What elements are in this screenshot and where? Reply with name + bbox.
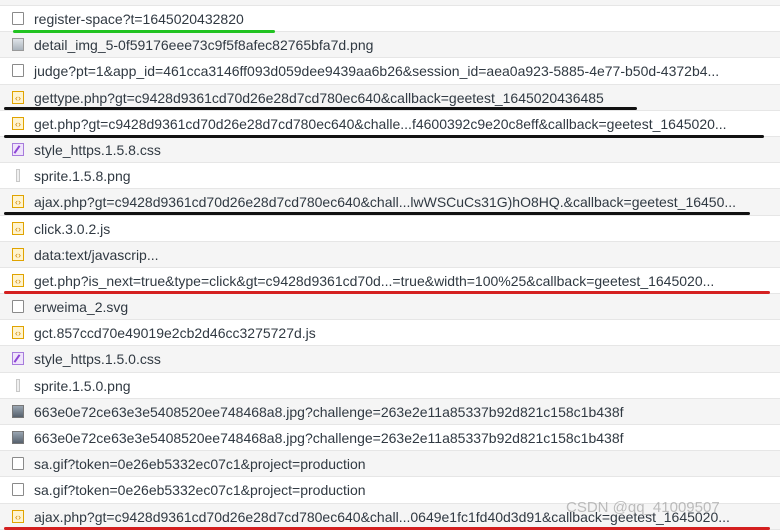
doc-icon [12,12,24,25]
request-row[interactable]: erweima_2.svg [0,294,780,321]
red-underline [4,527,770,530]
request-name: detail_img_5-0f59176eee73c9f5f8afec82765… [34,37,374,54]
request-row[interactable]: sa.gif?token=0e26eb5332ec07c1&project=pr… [0,451,780,478]
request-row[interactable]: data:text/javascrip... [0,241,780,268]
request-name: style_https.1.5.8.css [34,141,161,158]
image-icon [12,404,24,418]
request-name: sa.gif?token=0e26eb5332ec07c1&project=pr… [34,482,366,499]
image-icon [12,431,24,444]
request-name: gct.857ccd70e49019e2cb2d46cc3275727d.js [34,325,316,342]
script-icon [12,320,24,345]
request-name: judge?pt=1&app_id=461cca3146ff093d059dee… [34,63,720,80]
request-row[interactable]: detail_img_5-0f59176eee73c9f5f8afec82765… [0,32,780,59]
request-name: sprite.1.5.0.png [34,377,131,394]
request-name: data:text/javascrip... [34,246,159,263]
request-name: get.php?is_next=true&type=click&gt=c9428… [34,272,715,289]
black-underline [4,135,764,138]
red-underline [4,291,770,294]
request-name: click.3.0.2.js [34,220,111,237]
request-name: get.php?gt=c9428d9361cd70d26e28d7cd780ec… [34,115,727,132]
request-name: style_https.1.5.0.css [34,351,161,368]
request-name: 663e0e72ce63e3e5408520ee748468a8.jpg?cha… [34,403,624,420]
script-icon [12,242,24,267]
green-underline [13,30,275,33]
request-name: sa.gif?token=0e26eb5332ec07c1&project=pr… [34,456,366,473]
network-request-list: register-space?t=1645020432820 detail_im… [0,0,780,530]
image-thin-icon [16,378,20,392]
request-row[interactable]: sprite.1.5.8.png [0,163,780,190]
request-row[interactable]: style_https.1.5.0.css [0,346,780,373]
request-row[interactable]: judge?pt=1&app_id=461cca3146ff093d059dee… [0,58,780,85]
doc-icon [12,64,24,78]
request-name: sprite.1.5.8.png [34,168,131,185]
request-row[interactable]: get.php?gt=c9428d9361cd70d26e28d7cd780ec… [0,111,780,137]
request-row[interactable]: sprite.1.5.0.png [0,373,780,399]
script-icon [12,268,24,293]
stylesheet-icon [12,142,24,156]
request-row[interactable]: 663e0e72ce63e3e5408520ee748468a8.jpg?cha… [0,425,780,452]
script-icon [12,216,24,241]
script-icon [12,111,24,136]
script-icon [12,504,24,529]
doc-icon [12,300,24,314]
doc-icon [12,483,24,497]
script-icon [12,85,24,110]
black-underline [4,107,637,110]
image-icon [12,38,24,52]
request-name: 663e0e72ce63e3e5408520ee748468a8.jpg?cha… [34,430,624,446]
black-underline [4,212,750,215]
watermark: CSDN @qq_41009507 [566,499,720,516]
request-row[interactable]: click.3.0.2.js [0,216,780,242]
image-thin-icon [16,169,20,183]
request-name: erweima_2.svg [34,299,129,316]
request-row[interactable]: gct.857ccd70e49019e2cb2d46cc3275727d.js [0,320,780,347]
request-row[interactable]: register-space?t=1645020432820 [0,6,780,33]
doc-icon [12,457,24,471]
request-name: register-space?t=1645020432820 [34,11,244,27]
request-row[interactable]: style_https.1.5.8.css [0,136,780,164]
request-row[interactable]: 663e0e72ce63e3e5408520ee748468a8.jpg?cha… [0,398,780,425]
script-icon [12,189,24,214]
stylesheet-icon [12,352,24,366]
